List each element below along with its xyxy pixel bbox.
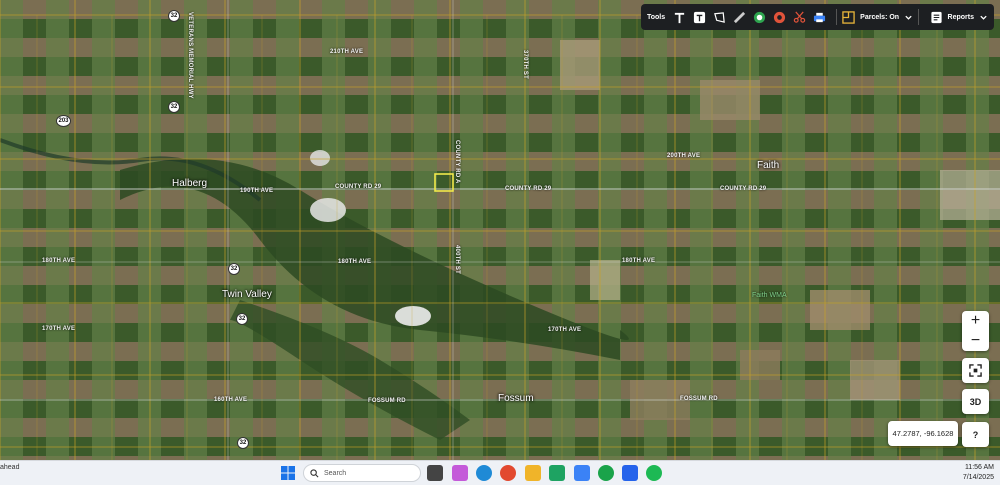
taskbar-search[interactable]: Search xyxy=(303,464,421,482)
road-label: COUNTY RD 29 xyxy=(335,184,382,190)
route-shield: 203 xyxy=(56,115,71,127)
measure-tool-icon[interactable] xyxy=(731,9,748,26)
town-fossum: Fossum xyxy=(498,393,534,404)
road-label: 170TH AVE xyxy=(42,326,76,332)
toolbar-divider xyxy=(918,9,920,25)
fullscreen-icon xyxy=(969,364,982,377)
road-label: 190TH AVE xyxy=(240,188,274,194)
mail-icon[interactable] xyxy=(574,465,590,481)
search-icon xyxy=(310,468,319,477)
clock-date: 7/14/2025 xyxy=(962,474,994,481)
road-label: VETERANS MEMORIAL HWY xyxy=(187,12,193,99)
tools-label: Tools xyxy=(647,13,666,21)
photos-icon[interactable] xyxy=(622,465,638,481)
clock-time: 11:56 AM xyxy=(964,464,994,471)
quickbooks-icon[interactable] xyxy=(598,465,614,481)
reports-label: Reports xyxy=(947,13,974,21)
globe-tool-icon[interactable] xyxy=(751,9,768,26)
route-shield: 32 xyxy=(168,10,180,22)
zoom-in-button[interactable]: + xyxy=(971,311,980,331)
road-label: 180TH AVE xyxy=(42,258,76,264)
reports-icon xyxy=(930,11,942,23)
zoom-control: + − xyxy=(962,311,989,351)
road-label: 400TH ST xyxy=(454,245,460,274)
road-label: 370TH ST xyxy=(522,50,528,79)
windows-start-icon[interactable] xyxy=(280,465,296,481)
road-label: 180TH AVE xyxy=(622,258,656,264)
copilot-icon[interactable] xyxy=(452,465,468,481)
parcels-icon xyxy=(842,10,855,24)
road-label: 200TH AVE xyxy=(667,153,701,159)
help-button[interactable]: ? xyxy=(962,422,989,447)
road-label: 210TH AVE xyxy=(330,49,364,55)
route-shield: 32 xyxy=(228,263,240,275)
satellite-map[interactable]: Halberg Twin Valley Faith Fossum Faith W… xyxy=(0,0,1000,460)
coordinates-readout: 47.2787, -96.1628 xyxy=(888,421,958,446)
text-box-tool-icon[interactable] xyxy=(691,9,708,26)
windows-taskbar: ahead Search 11:56 AM 7/14/2025 xyxy=(0,460,1000,485)
town-faith: Faith xyxy=(757,160,780,171)
scissors-icon[interactable] xyxy=(791,9,808,26)
circle-tool-icon[interactable] xyxy=(771,9,788,26)
chevron-down-icon xyxy=(980,15,987,20)
edge-icon[interactable] xyxy=(476,465,492,481)
chrome-icon[interactable] xyxy=(500,465,516,481)
route-shield: 32 xyxy=(236,313,248,325)
town-twin-valley: Twin Valley xyxy=(222,289,272,300)
fullscreen-button[interactable] xyxy=(962,358,989,383)
parcels-toggle[interactable]: Parcels: On xyxy=(842,10,913,24)
road-label: COUNTY RD 29 xyxy=(505,186,552,192)
task-view-icon[interactable] xyxy=(427,465,443,481)
road-label: FOSSUM RD xyxy=(368,398,406,404)
road-label: 160TH AVE xyxy=(214,397,248,403)
google-drive-icon[interactable] xyxy=(549,465,565,481)
road-label: 180TH AVE xyxy=(338,259,372,265)
map-imagery[interactable] xyxy=(0,0,1000,460)
file-explorer-icon[interactable] xyxy=(525,465,541,481)
toolbar-divider xyxy=(836,9,838,25)
spotify-icon[interactable] xyxy=(646,465,662,481)
map-toolbar: Tools Parcels: On Reports xyxy=(641,4,994,30)
polygon-tool-icon[interactable] xyxy=(711,9,728,26)
3d-button[interactable]: 3D xyxy=(962,389,989,414)
parcels-label: Parcels: On xyxy=(860,13,900,21)
route-shield: 32 xyxy=(237,437,249,449)
text-tool-icon[interactable] xyxy=(671,9,688,26)
road-label: 170TH AVE xyxy=(548,327,582,333)
system-clock[interactable]: 11:56 AM 7/14/2025 xyxy=(963,463,994,483)
town-halberg: Halberg xyxy=(172,178,208,189)
route-shield: 32 xyxy=(168,101,180,113)
chevron-down-icon xyxy=(905,15,912,20)
road-label: COUNTY RD A xyxy=(454,140,460,184)
search-placeholder: Search xyxy=(324,469,347,477)
road-label: COUNTY RD 29 xyxy=(720,186,767,192)
zoom-out-button[interactable]: − xyxy=(971,331,980,351)
road-label: FOSSUM RD xyxy=(680,396,718,402)
print-icon[interactable] xyxy=(811,9,828,26)
reports-menu[interactable]: Reports xyxy=(930,11,988,24)
weather-text: ahead xyxy=(0,464,20,471)
poi-faith-wma: Faith WMA xyxy=(752,292,787,299)
